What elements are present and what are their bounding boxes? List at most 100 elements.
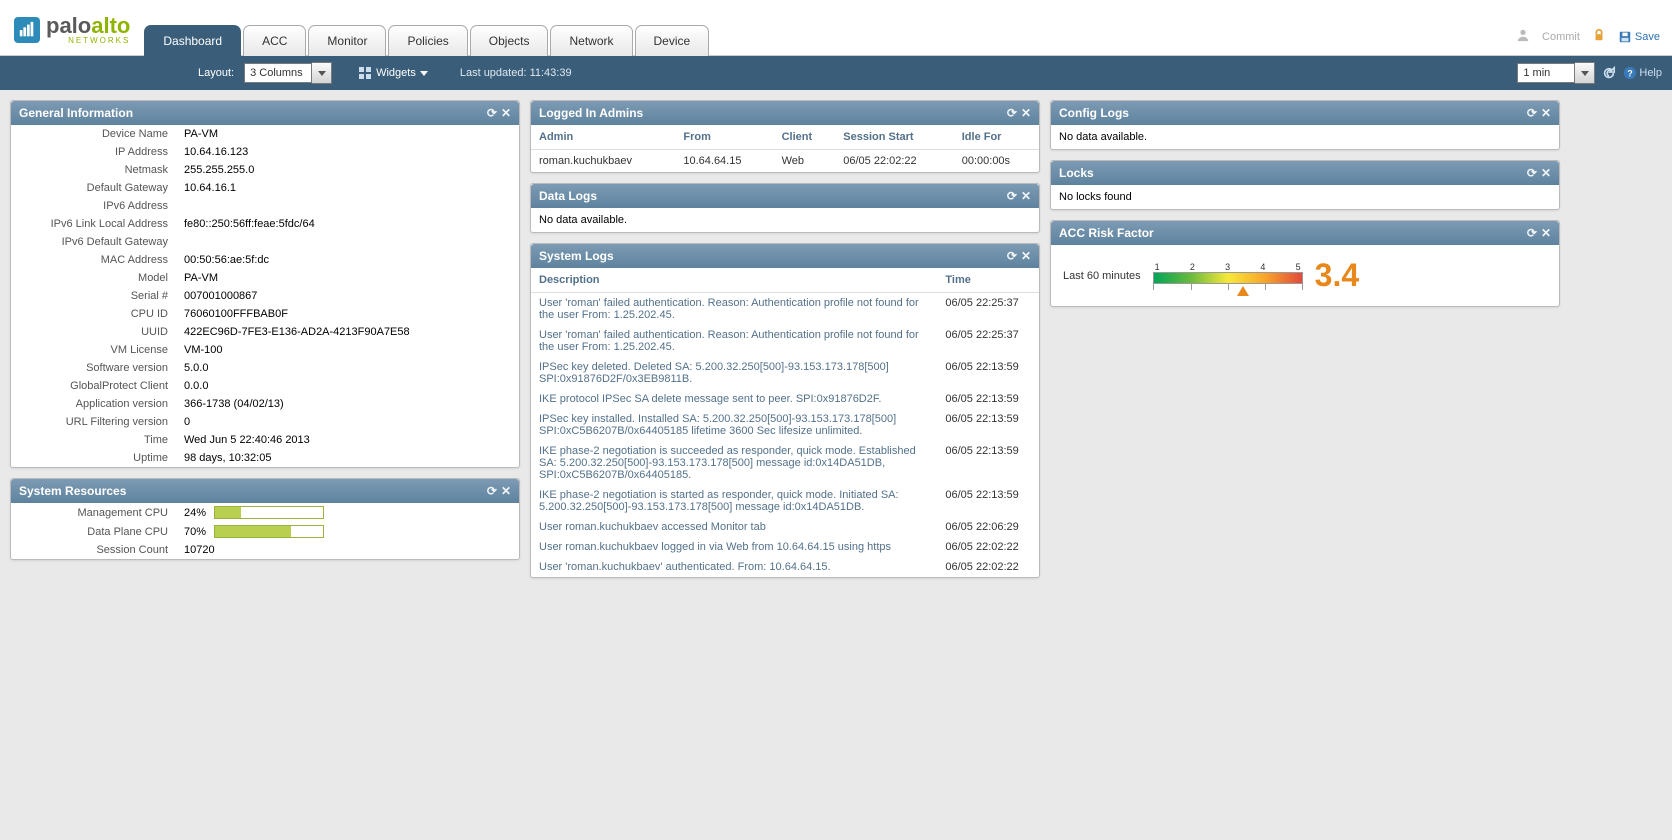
scale-tick: 4 bbox=[1260, 262, 1265, 272]
log-row: User 'roman.kuchukbaev' authenticated. F… bbox=[531, 557, 1039, 577]
widget-title: Data Logs bbox=[539, 189, 597, 203]
no-data-text: No locks found bbox=[1051, 185, 1559, 209]
widget-title: General Information bbox=[19, 106, 133, 120]
col-header: From bbox=[675, 125, 773, 150]
close-icon[interactable]: ✕ bbox=[1541, 226, 1551, 240]
refresh-icon[interactable]: ⟳ bbox=[487, 484, 497, 498]
widget-title: System Resources bbox=[19, 484, 126, 498]
refresh-icon[interactable]: ⟳ bbox=[1527, 226, 1537, 240]
info-row: IPv6 Address bbox=[11, 197, 519, 215]
refresh-icon[interactable]: ⟳ bbox=[1007, 106, 1017, 120]
info-row: Application version366-1738 (04/02/13) bbox=[11, 395, 519, 413]
risk-value: 3.4 bbox=[1315, 257, 1359, 294]
widget-title: Config Logs bbox=[1059, 106, 1129, 120]
close-icon[interactable]: ✕ bbox=[1021, 249, 1031, 263]
close-icon[interactable]: ✕ bbox=[1021, 106, 1031, 120]
info-row: Uptime98 days, 10:32:05 bbox=[11, 449, 519, 467]
refresh-icon[interactable]: ⟳ bbox=[1527, 106, 1537, 120]
info-row: GlobalProtect Client0.0.0 bbox=[11, 377, 519, 395]
info-row: VM LicenseVM-100 bbox=[11, 341, 519, 359]
resource-row: Session Count10720 bbox=[11, 541, 519, 559]
user-icon bbox=[1516, 28, 1530, 45]
tab-policies[interactable]: Policies bbox=[388, 25, 467, 56]
no-data-text: No data available. bbox=[1051, 125, 1559, 149]
layout-label: Layout: bbox=[198, 67, 234, 79]
scale-tick: 5 bbox=[1296, 262, 1301, 272]
refresh-icon[interactable] bbox=[1601, 65, 1617, 81]
log-row: IKE protocol IPSec SA delete message sen… bbox=[531, 389, 1039, 409]
tab-dashboard[interactable]: Dashboard bbox=[144, 25, 241, 56]
scale-tick: 3 bbox=[1225, 262, 1230, 272]
commit-link[interactable]: Commit bbox=[1542, 31, 1580, 43]
last-updated-label: Last updated: bbox=[460, 67, 527, 79]
info-row: URL Filtering version0 bbox=[11, 413, 519, 431]
close-icon[interactable]: ✕ bbox=[501, 106, 511, 120]
info-row: Serial #007001000867 bbox=[11, 287, 519, 305]
info-row: IP Address10.64.16.123 bbox=[11, 143, 519, 161]
logo-text-palo: palo bbox=[46, 13, 91, 38]
log-row: IPSec key installed. Installed SA: 5.200… bbox=[531, 409, 1039, 441]
refresh-icon[interactable]: ⟳ bbox=[1527, 166, 1537, 180]
log-row: User roman.kuchukbaev logged in via Web … bbox=[531, 537, 1039, 557]
logo-icon bbox=[14, 17, 40, 43]
tab-network[interactable]: Network bbox=[550, 25, 632, 56]
col-header: Description bbox=[531, 268, 937, 293]
col-header: Session Start bbox=[835, 125, 953, 150]
info-row: ModelPA-VM bbox=[11, 269, 519, 287]
info-row: IPv6 Link Local Addressfe80::250:56ff:fe… bbox=[11, 215, 519, 233]
refresh-icon[interactable]: ⟳ bbox=[1007, 249, 1017, 263]
tab-objects[interactable]: Objects bbox=[470, 25, 549, 56]
data-logs-widget: Data Logs ⟳✕ No data available. bbox=[530, 183, 1040, 233]
info-row: UUID422EC96D-7FE3-E136-AD2A-4213F90A7E58 bbox=[11, 323, 519, 341]
resource-row: Management CPU24% bbox=[11, 503, 519, 522]
col-header: Client bbox=[774, 125, 836, 150]
risk-period-label: Last 60 minutes bbox=[1063, 270, 1141, 282]
refresh-icon[interactable]: ⟳ bbox=[1007, 189, 1017, 203]
risk-pointer-icon bbox=[1237, 286, 1249, 299]
main-tabs: DashboardACCMonitorPoliciesObjectsNetwor… bbox=[144, 25, 711, 56]
info-row: MAC Address00:50:56:ae:5f:dc bbox=[11, 251, 519, 269]
config-logs-widget: Config Logs ⟳ ✕ No data available. bbox=[1050, 100, 1560, 150]
logo-text-alto: alto bbox=[91, 13, 130, 38]
info-row: Netmask255.255.255.0 bbox=[11, 161, 519, 179]
log-row: User 'roman' failed authentication. Reas… bbox=[531, 293, 1039, 326]
system-logs-widget: System Logs ⟳✕ DescriptionTimeUser 'roma… bbox=[530, 243, 1040, 578]
refresh-interval-select[interactable]: 1 min bbox=[1517, 62, 1595, 84]
log-row: IKE phase-2 negotiation is started as re… bbox=[531, 485, 1039, 517]
close-icon[interactable]: ✕ bbox=[1541, 166, 1551, 180]
log-row: IKE phase-2 negotiation is succeeded as … bbox=[531, 441, 1039, 485]
help-link[interactable]: ?Help bbox=[1623, 66, 1662, 80]
widget-title: Logged In Admins bbox=[539, 106, 643, 120]
log-row: User 'roman' failed authentication. Reas… bbox=[531, 325, 1039, 357]
close-icon[interactable]: ✕ bbox=[1541, 106, 1551, 120]
tab-device[interactable]: Device bbox=[635, 25, 710, 56]
acc-risk-factor-widget: ACC Risk Factor ⟳ ✕ Last 60 minutes 1 2 3 4 5… bbox=[1050, 220, 1560, 307]
info-row: CPU ID76060100FFFBAB0F bbox=[11, 305, 519, 323]
locks-widget: Locks ⟳ ✕ No locks found bbox=[1050, 160, 1560, 210]
lock-icon[interactable] bbox=[1592, 28, 1606, 45]
scale-tick: 1 bbox=[1155, 262, 1160, 272]
info-row: IPv6 Default Gateway bbox=[11, 233, 519, 251]
brand-logo: paloalto NETWORKS bbox=[0, 15, 144, 55]
logo-text-networks: NETWORKS bbox=[46, 37, 130, 45]
col-header: Admin bbox=[531, 125, 675, 150]
widget-title: Locks bbox=[1059, 166, 1094, 180]
col-header: Idle For bbox=[954, 125, 1039, 150]
layout-select[interactable]: 3 Columns bbox=[244, 62, 332, 84]
close-icon[interactable]: ✕ bbox=[1021, 189, 1031, 203]
last-updated-value: 11:43:39 bbox=[530, 67, 572, 79]
tab-acc[interactable]: ACC bbox=[243, 25, 306, 56]
close-icon[interactable]: ✕ bbox=[501, 484, 511, 498]
system-resources-widget: System Resources ⟳✕ Management CPU24%Dat… bbox=[10, 478, 520, 560]
widgets-button[interactable]: Widgets bbox=[352, 63, 434, 83]
tab-monitor[interactable]: Monitor bbox=[308, 25, 386, 56]
refresh-icon[interactable]: ⟳ bbox=[487, 106, 497, 120]
log-row: IPSec key deleted. Deleted SA: 5.200.32.… bbox=[531, 357, 1039, 389]
save-link[interactable]: Save bbox=[1618, 30, 1660, 44]
logged-in-admins-widget: Logged In Admins ⟳ ✕ AdminFromClientSessi… bbox=[530, 100, 1040, 173]
scale-tick: 2 bbox=[1190, 262, 1195, 272]
col-header: Time bbox=[937, 268, 1039, 293]
risk-scale: 1 2 3 4 5 bbox=[1153, 262, 1303, 290]
widget-title: ACC Risk Factor bbox=[1059, 226, 1154, 240]
info-row: Software version5.0.0 bbox=[11, 359, 519, 377]
